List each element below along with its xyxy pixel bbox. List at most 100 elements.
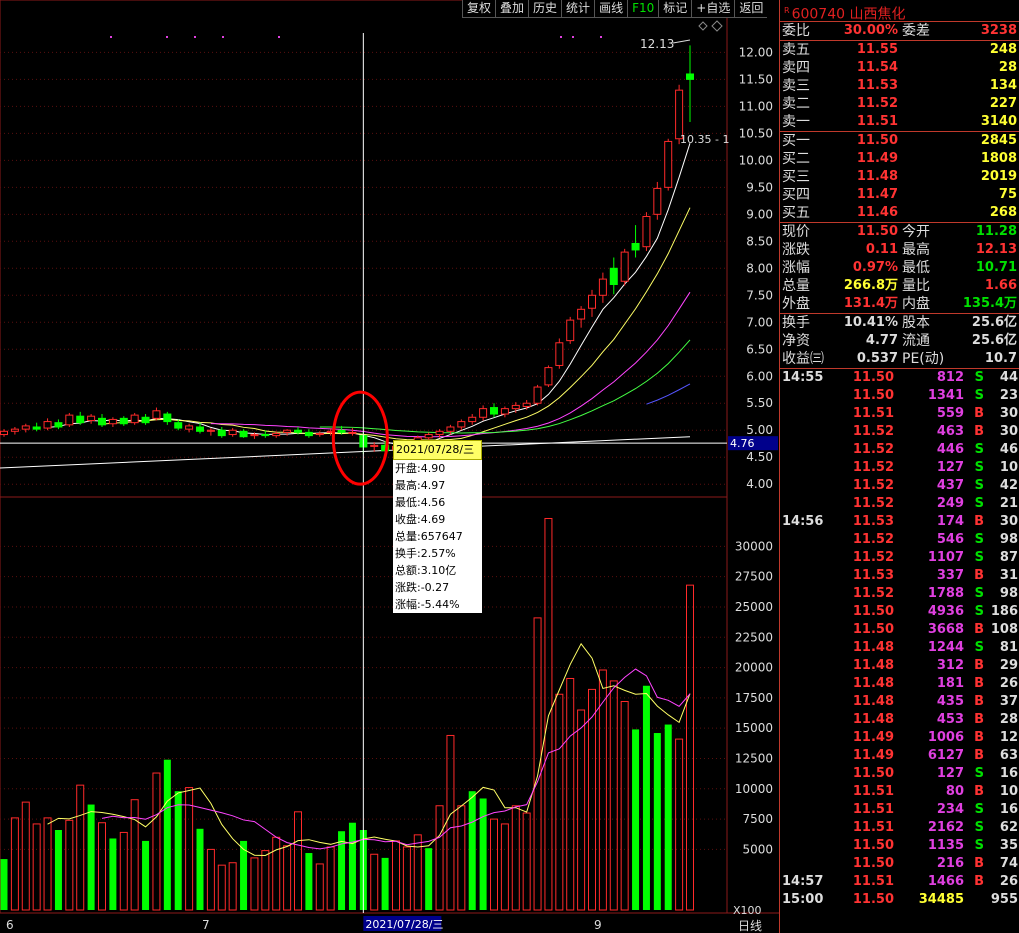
buy-level-label: 买二: [782, 151, 810, 167]
ma-line: [646, 383, 691, 405]
tick-row: 11.52 1788 S 98: [780, 585, 1019, 603]
candle-body: [108, 418, 117, 425]
tick-row: 14:57 11.51 1466 B 26: [780, 873, 1019, 891]
tick-row: 11.50 127 S 16: [780, 765, 1019, 783]
buy-level-row[interactable]: 买五 11.46 268: [780, 204, 1019, 222]
tick-price: 11.52: [852, 586, 894, 601]
volume-bar: [142, 840, 150, 910]
tick-row: 11.49 6127 B 63: [780, 747, 1019, 765]
sell-level-price: 11.55: [856, 42, 898, 57]
toolbar-button[interactable]: 标记: [658, 0, 692, 18]
toolbar-button[interactable]: 画线: [594, 0, 628, 18]
sell-level-row[interactable]: 卖二 11.52 227: [780, 95, 1019, 113]
volume-bar: [152, 772, 161, 911]
tick-row: 11.48 1244 S 81: [780, 639, 1019, 657]
tick-time: 14:57: [782, 874, 824, 889]
candle-body: [294, 429, 302, 433]
volume-tick-label: 22500: [735, 630, 773, 644]
tick-price: 11.50: [852, 856, 894, 871]
tick-row: 11.52 127 S 10: [780, 459, 1019, 477]
buy-level-row[interactable]: 买四 11.47 75: [780, 186, 1019, 204]
tick-volume: 1244: [927, 640, 964, 655]
buy-level-row[interactable]: 买三 11.48 2019: [780, 168, 1019, 186]
volume-bar: [326, 846, 335, 911]
cursor-date-label: 2021/07/28/三: [365, 918, 443, 931]
candle-body: [217, 429, 226, 437]
sell-level-row[interactable]: 卖五 11.55 248: [780, 41, 1019, 59]
tick-side: S: [974, 586, 984, 601]
toolbar-button[interactable]: 叠加: [495, 0, 529, 18]
price-tick-label: 8.50: [746, 234, 773, 248]
stat-value: 0.11: [865, 242, 898, 257]
toolbar-button[interactable]: 返回: [734, 0, 768, 18]
sell-level-row[interactable]: 卖四 11.54 28: [780, 59, 1019, 77]
tick-count: 16: [999, 766, 1018, 781]
tick-count: 28: [999, 712, 1018, 727]
buy-level-row[interactable]: 买一 11.50 2845: [780, 132, 1019, 150]
tick-row: 11.51 234 S 16: [780, 801, 1019, 819]
volume-bar: [196, 828, 204, 910]
tick-side: S: [974, 550, 984, 565]
buy-level-label: 买四: [782, 187, 810, 203]
stock-title[interactable]: R 600740 山西焦化: [780, 0, 1019, 23]
stat-value: 0.97%: [852, 260, 898, 275]
volume-tick-label: 12500: [735, 751, 773, 765]
candle-body: [239, 430, 248, 438]
tick-price: 11.51: [852, 802, 894, 817]
weicha-label: 委差: [902, 23, 930, 39]
candle-body: [577, 308, 586, 320]
tick-price: 11.48: [852, 712, 894, 727]
buy-level-row[interactable]: 买二 11.49 1808: [780, 150, 1019, 168]
volume-bar: [315, 863, 324, 911]
volume-bar: [686, 584, 694, 911]
period-label: 日线: [738, 919, 762, 933]
stat-value: 12.13: [975, 242, 1017, 257]
tick-volume: 1466: [927, 874, 964, 889]
tick-row: 11.52 437 S 42: [780, 477, 1019, 495]
stat-label: 最低: [902, 260, 930, 276]
tick-price: 11.50: [852, 370, 894, 385]
toolbar-button[interactable]: 历史: [528, 0, 562, 18]
volume-bar: [457, 805, 466, 911]
candle-body: [490, 407, 498, 415]
stat-label: 股本: [902, 315, 930, 331]
tick-price: 11.52: [852, 460, 894, 475]
tick-price: 11.48: [852, 640, 894, 655]
high-price-label: 12.13: [640, 37, 674, 51]
candle-body: [566, 319, 575, 342]
diamond-icon: [698, 21, 708, 31]
date-tick-label: 7: [202, 918, 210, 932]
volume-bar: [566, 677, 575, 911]
tick-row: 11.50 216 B 74: [780, 855, 1019, 873]
sell-level-row[interactable]: 卖三 11.53 134: [780, 77, 1019, 95]
weicha-value: 3238: [980, 23, 1017, 38]
volume-bar: [119, 831, 128, 911]
stat-value: 10.41%: [843, 315, 898, 330]
tick-count: 44: [999, 370, 1018, 385]
tick-row: 11.50 4936 S 186: [780, 603, 1019, 621]
last-price-marker: 4.76: [730, 437, 755, 450]
tooltip-line: 涨跌:-0.27: [395, 581, 450, 594]
price-tick-label: 11.00: [739, 99, 773, 113]
tick-count: 74: [999, 856, 1018, 871]
stat-value: 10.71: [975, 260, 1017, 275]
tick-volume: 3668: [927, 622, 964, 637]
volume-tick-label: 5000: [742, 842, 773, 856]
tick-side: B: [974, 874, 984, 889]
toolbar-button[interactable]: 统计: [561, 0, 595, 18]
tick-count: 30: [999, 514, 1018, 529]
toolbar-button[interactable]: +自选: [691, 0, 735, 18]
candle-body: [54, 422, 63, 428]
tick-price: 11.50: [852, 388, 894, 403]
toolbar-button[interactable]: 复权: [462, 0, 496, 18]
tick-volume: 127: [936, 460, 964, 475]
tick-price: 11.52: [852, 424, 894, 439]
volume-bar: [632, 729, 640, 910]
price-tick-label: 12.00: [739, 45, 773, 59]
toolbar-button[interactable]: F10: [627, 0, 659, 18]
sell-level-row[interactable]: 卖一 11.51 3140: [780, 113, 1019, 131]
tick-list[interactable]: 14:55 11.50 812 S 44 11.50 1341 S 23 11.51 559 B 30 1…: [780, 368, 1019, 909]
sell-level-label: 卖二: [782, 96, 810, 112]
kline-chart[interactable]: 12.00 11.50 11.00 10.50 10.00 9.50 9.00 8.50 8.0…: [0, 0, 779, 933]
volume-bar: [348, 822, 356, 910]
